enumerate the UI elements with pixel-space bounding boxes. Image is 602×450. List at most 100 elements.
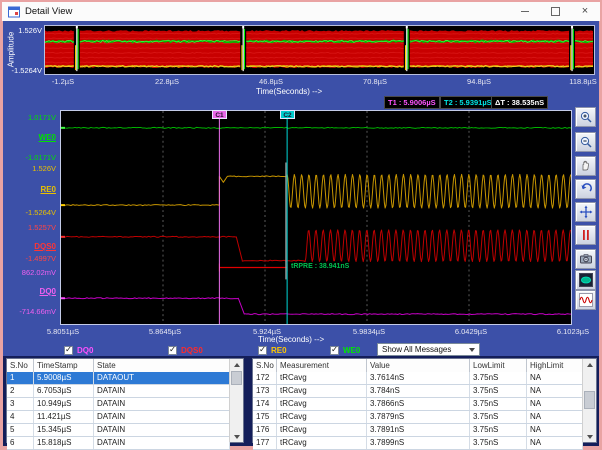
vertical-scrollbar[interactable] [229, 359, 243, 442]
mask-test-button[interactable] [575, 270, 596, 290]
channel-checkbox-label: DQ0 [77, 346, 93, 355]
undo-button[interactable] [575, 179, 596, 199]
table-row[interactable]: 174tRCavg3.7866nS3.75nSNA [253, 398, 583, 411]
table-cell: tRCavg [277, 437, 367, 449]
channel-checkbox-label: RE0 [271, 346, 287, 355]
cursor-t2-readout: T2 : 5.9391µS [440, 96, 496, 109]
table-cell: DATAIN [94, 437, 230, 449]
overview-x-tick: -1.2µS [38, 77, 88, 86]
checkbox-dqs0[interactable]: ✓ [168, 346, 177, 355]
triangle-down-icon [587, 435, 593, 439]
table-row[interactable]: 173tRCavg3.784nS3.75nSNA [253, 385, 583, 398]
main-x-tick: 5.9834µS [344, 327, 394, 336]
scroll-up-button[interactable] [583, 359, 596, 370]
maximize-button[interactable] [540, 2, 570, 21]
table-row[interactable]: 515.345µSDATAIN [7, 424, 230, 437]
axis-value-label: -1.4997V [1, 254, 56, 263]
table-cell: 3.7879nS [367, 411, 470, 423]
table-cell: 3.75nS [470, 437, 527, 449]
pan-button[interactable] [575, 156, 596, 176]
axis-value-label: 1.0171V [1, 113, 56, 122]
overview-ymax-label: 1.526V [6, 26, 42, 35]
table-cell: tRCavg [277, 424, 367, 436]
table-row[interactable]: 310.949µSDATAIN [7, 398, 230, 411]
table-cell: tRCavg [277, 398, 367, 410]
column-header-lowlimit[interactable]: LowLimit [470, 359, 527, 372]
overview-x-tick: 22.8µS [142, 77, 192, 86]
trpre-annotation: tRPRE : 38.941nS [291, 263, 349, 270]
column-header-highlimit[interactable]: HighLimit [527, 359, 583, 372]
overview-ymin-label: -1.5264V [2, 66, 42, 75]
table-row[interactable]: 172tRCavg3.7614nS3.75nSNA [253, 372, 583, 385]
message-filter-dropdown[interactable]: Show All Messages [377, 343, 480, 356]
table-cell: 3.7891nS [367, 424, 470, 436]
table-row[interactable]: 26.7053µSDATAIN [7, 385, 230, 398]
channel-toggle-re0[interactable]: ✓ RE0 [258, 345, 287, 355]
table-header: S.NoTimeStampState [7, 359, 230, 373]
waveform-icon [579, 293, 593, 307]
column-header-measurement[interactable]: Measurement [277, 359, 367, 372]
checkbox-re0[interactable]: ✓ [258, 346, 267, 355]
detail-view-window: Detail View × Amplitude 1.526V -1.5264V … [0, 0, 602, 450]
scroll-up-button[interactable] [230, 359, 243, 370]
table-cell: NA [527, 398, 583, 410]
close-button[interactable]: × [570, 2, 600, 21]
cursor-t1-readout: T1 : 5.9006µS [384, 96, 440, 109]
table-cell: 5 [7, 424, 34, 436]
zoom-out-button[interactable] [575, 132, 596, 152]
axis-value-label: 1.526V [1, 164, 56, 173]
column-header-state[interactable]: State [94, 359, 230, 372]
column-header-s-no[interactable]: S.No [253, 359, 277, 372]
table-row[interactable]: 615.818µSDATAIN [7, 437, 230, 450]
cursors-button[interactable] [575, 225, 596, 245]
table-cell: tRCavg [277, 372, 367, 384]
channel-toggle-dq0[interactable]: ✓ DQ0 [64, 345, 93, 355]
table-cell: 5.9008µS [34, 372, 94, 384]
checkbox-we0[interactable]: ✓ [330, 346, 339, 355]
column-header-s-no[interactable]: S.No [7, 359, 34, 372]
vertical-scrollbar[interactable] [582, 359, 596, 442]
checkbox-dq0[interactable]: ✓ [64, 346, 73, 355]
table-row[interactable]: 176tRCavg3.7891nS3.75nSNA [253, 424, 583, 437]
scrollbar-thumb[interactable] [231, 371, 242, 385]
column-header-timestamp[interactable]: TimeStamp [34, 359, 94, 372]
table-cell: NA [527, 424, 583, 436]
overview-x-axis-label: Time(Seconds) --> [256, 87, 322, 96]
table-row[interactable]: 175tRCavg3.7879nS3.75nSNA [253, 411, 583, 424]
overview-x-tick: 70.8µS [350, 77, 400, 86]
fit-screen-icon [579, 205, 593, 219]
table-row[interactable]: 15.9008µSDATAOUT [7, 372, 230, 385]
minimize-button[interactable] [510, 2, 540, 21]
main-x-tick: 5.8645µS [140, 327, 190, 336]
main-plot[interactable] [60, 110, 572, 325]
waveform-button[interactable] [575, 290, 596, 310]
table-cell: DATAIN [94, 398, 230, 410]
cursor-c1-flag[interactable]: C1 [212, 110, 227, 119]
state-table: S.NoTimeStampState15.9008µSDATAOUT26.705… [6, 358, 244, 443]
table-cell: 11.421µS [34, 411, 94, 423]
triangle-up-icon [234, 363, 240, 367]
channel-toggle-we0[interactable]: ✓WE0 [330, 345, 360, 355]
table-cell: 6 [7, 437, 34, 449]
cursor-c2-flag[interactable]: C2 [280, 110, 295, 119]
channel-toggle-dqs0[interactable]: ✓DQS0 [168, 345, 203, 355]
table-cell: 2 [7, 385, 34, 397]
scroll-down-button[interactable] [583, 431, 596, 442]
table-cell: NA [527, 385, 583, 397]
snapshot-button[interactable] [575, 249, 596, 269]
axis-value-label: -1.5264V [1, 208, 56, 217]
scrollbar-thumb[interactable] [584, 391, 595, 409]
fit-screen-button[interactable] [575, 202, 596, 222]
table-cell: 3.75nS [470, 385, 527, 397]
table-row[interactable]: 411.421µSDATAIN [7, 411, 230, 424]
table-cell: 3.75nS [470, 398, 527, 410]
column-header-value[interactable]: Value [367, 359, 470, 372]
message-filter-value: Show All Messages [382, 345, 469, 354]
table-cell: 3.75nS [470, 424, 527, 436]
scroll-down-button[interactable] [230, 431, 243, 442]
overview-plot[interactable] [44, 25, 595, 75]
maximize-icon [551, 7, 560, 16]
zoom-in-button[interactable] [575, 107, 596, 127]
table-cell: 1 [7, 372, 34, 384]
table-row[interactable]: 177tRCavg3.7899nS3.75nSNA [253, 437, 583, 450]
